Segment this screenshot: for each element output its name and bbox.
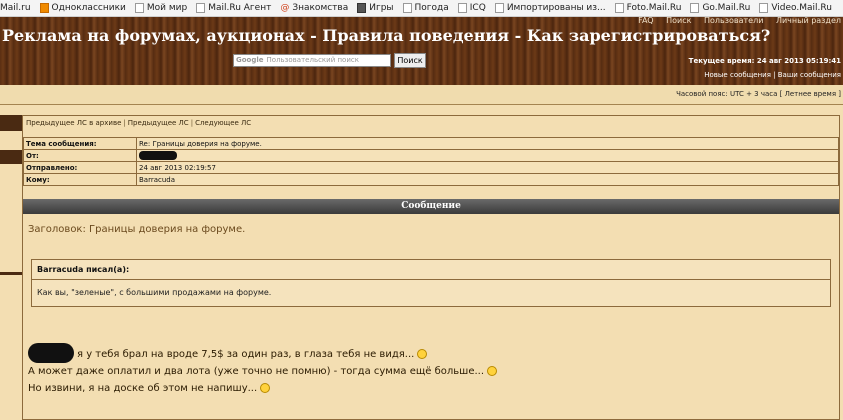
- left-strip-block: [0, 150, 22, 164]
- pm-navigation: Предыдущее ЛС в архиве | Предыдущее ЛС | Сле…: [26, 119, 252, 127]
- table-row: Кому: Barracuda: [23, 173, 839, 186]
- message-links: Новые сообщения | Ваши сообщения: [704, 71, 841, 79]
- page-title: Реклама на форумах, аукционах - Правила …: [2, 26, 771, 45]
- your-messages-link[interactable]: Ваши сообщения: [778, 71, 841, 79]
- page-icon: [690, 3, 700, 13]
- table-row: Тема сообщения: Re: Границы доверия на ф…: [23, 137, 839, 150]
- sent-value: 24 авг 2013 02:19:57: [136, 161, 839, 174]
- games-icon: [357, 3, 367, 13]
- bookmark-label: Игры: [369, 3, 394, 13]
- message-meta-table: Тема сообщения: Re: Границы доверия на ф…: [23, 137, 839, 186]
- google-logo: Google: [236, 56, 264, 64]
- from-label: От:: [23, 149, 137, 162]
- quote-divider: [32, 279, 830, 280]
- quote-text: Как вы, "зеленые", с большими продажами …: [37, 288, 272, 297]
- table-row: Отправлено: 24 авг 2013 02:19:57: [23, 161, 839, 174]
- prev-pm-link[interactable]: Предыдущее ЛС: [128, 119, 189, 127]
- at-icon: @: [280, 3, 290, 13]
- to-value[interactable]: Barracuda: [136, 173, 839, 186]
- bookmark-label: Импортированы из...: [506, 3, 606, 13]
- page-icon: [614, 3, 624, 13]
- search-button[interactable]: Поиск: [394, 53, 426, 68]
- search-input[interactable]: Google Пользовательский поиск: [233, 54, 391, 67]
- to-label: Кому:: [23, 173, 137, 186]
- private-message-panel: Предыдущее ЛС в архиве | Предыдущее ЛС | Сле…: [22, 115, 840, 420]
- top-links: FAQ Поиск Пользователи Личный раздел: [628, 16, 841, 25]
- bookmark-label: Video.Mail.Ru: [771, 3, 832, 13]
- sent-label: Отправлено:: [23, 161, 137, 174]
- bookmark-moi-mir[interactable]: Мой мир: [134, 3, 188, 13]
- quote-box: Barracuda писал(а): Как вы, "зеленые", с…: [31, 259, 831, 307]
- page-icon: [196, 3, 206, 13]
- prev-archive-link[interactable]: Предыдущее ЛС в архиве: [26, 119, 121, 127]
- left-strip: [0, 105, 22, 420]
- timezone-bar: Часовой пояс: UTC + 3 часа [ Летнее врем…: [0, 85, 843, 105]
- message-header: Сообщение: [23, 199, 839, 214]
- wink-smiley-icon: [260, 383, 271, 393]
- page-icon: [402, 3, 412, 13]
- from-value: [136, 149, 839, 162]
- message-text: А может даже оплатил и два лота (уже точ…: [28, 366, 485, 377]
- redacted-name: [28, 343, 74, 363]
- bookmark-weather[interactable]: Погода: [402, 3, 449, 13]
- bookmark-video[interactable]: Video.Mail.Ru: [759, 3, 832, 13]
- left-strip-block: [0, 272, 22, 275]
- message-line-2: А может даже оплатил и два лота (уже точ…: [28, 366, 498, 377]
- message-text: Но извини, я на доске об этом не напишу.…: [28, 383, 258, 394]
- bookmark-label: Mail.ru: [0, 3, 31, 13]
- timezone-label: Часовой пояс: UTC + 3 часа [ Летнее врем…: [676, 90, 841, 98]
- page-icon: [494, 3, 504, 13]
- bookmark-label: Mail.Ru Агент: [208, 3, 272, 13]
- current-time: Текущее время: 24 авг 2013 05:19:41: [688, 57, 841, 65]
- message-line-3: Но извини, я на доске об этом не напишу.…: [28, 383, 271, 394]
- bookmark-label: Знакомства: [292, 3, 349, 13]
- message-line-1: я у тебя брал на вроде 7,5$ за один раз,…: [77, 349, 428, 360]
- bookmark-agent[interactable]: Mail.Ru Агент: [196, 3, 271, 13]
- subject-value: Re: Границы доверия на форуме.: [136, 137, 839, 150]
- bookmark-label: ICQ: [469, 3, 486, 13]
- users-link[interactable]: Пользователи: [704, 16, 763, 25]
- page-icon: [457, 3, 467, 13]
- bookmark-games[interactable]: Игры: [357, 3, 394, 13]
- redacted-sender: [139, 151, 177, 160]
- page-icon: [134, 3, 144, 13]
- bookmark-odnoklassniki[interactable]: Одноклассники: [39, 3, 126, 13]
- bookmark-mail-ru[interactable]: Mail.ru: [0, 3, 31, 13]
- bookmark-imported[interactable]: Импортированы из...: [494, 3, 606, 13]
- bookmark-go[interactable]: Go.Mail.Ru: [690, 3, 750, 13]
- page-icon: [759, 3, 769, 13]
- left-strip-block: [0, 115, 22, 131]
- bookmark-label: Мой мир: [146, 3, 188, 13]
- next-pm-link[interactable]: Следующее ЛС: [195, 119, 251, 127]
- personal-section-link[interactable]: Личный раздел: [776, 16, 841, 25]
- message-text: я у тебя брал на вроде 7,5$ за один раз,…: [77, 349, 415, 360]
- search-placeholder: Пользовательский поиск: [266, 56, 359, 64]
- bookmark-label: Одноклассники: [51, 3, 126, 13]
- new-messages-link[interactable]: Новые сообщения: [704, 71, 771, 79]
- message-subject: Заголовок: Границы доверия на форуме.: [28, 224, 246, 235]
- smiley-icon: [417, 349, 428, 359]
- table-row: От:: [23, 149, 839, 162]
- subject-label: Тема сообщения:: [23, 137, 137, 150]
- bookmark-label: Погода: [414, 3, 449, 13]
- quote-author: Barracuda писал(а):: [37, 265, 130, 274]
- odnoklassniki-icon: [39, 3, 49, 13]
- faq-link[interactable]: FAQ: [638, 16, 654, 25]
- bookmark-label: Go.Mail.Ru: [702, 3, 751, 13]
- bookmark-foto[interactable]: Foto.Mail.Ru: [614, 3, 682, 13]
- bookmark-znakomstva[interactable]: @ Знакомства: [280, 3, 348, 13]
- forum-header: FAQ Поиск Пользователи Личный раздел Рек…: [0, 16, 843, 85]
- thinking-smiley-icon: [487, 366, 498, 376]
- bookmark-label: Foto.Mail.Ru: [626, 3, 682, 13]
- bookmark-icq[interactable]: ICQ: [457, 3, 486, 13]
- search-link[interactable]: Поиск: [666, 16, 691, 25]
- bookmarks-bar: Mail.ru Одноклассники Мой мир Mail.Ru Аг…: [0, 0, 843, 17]
